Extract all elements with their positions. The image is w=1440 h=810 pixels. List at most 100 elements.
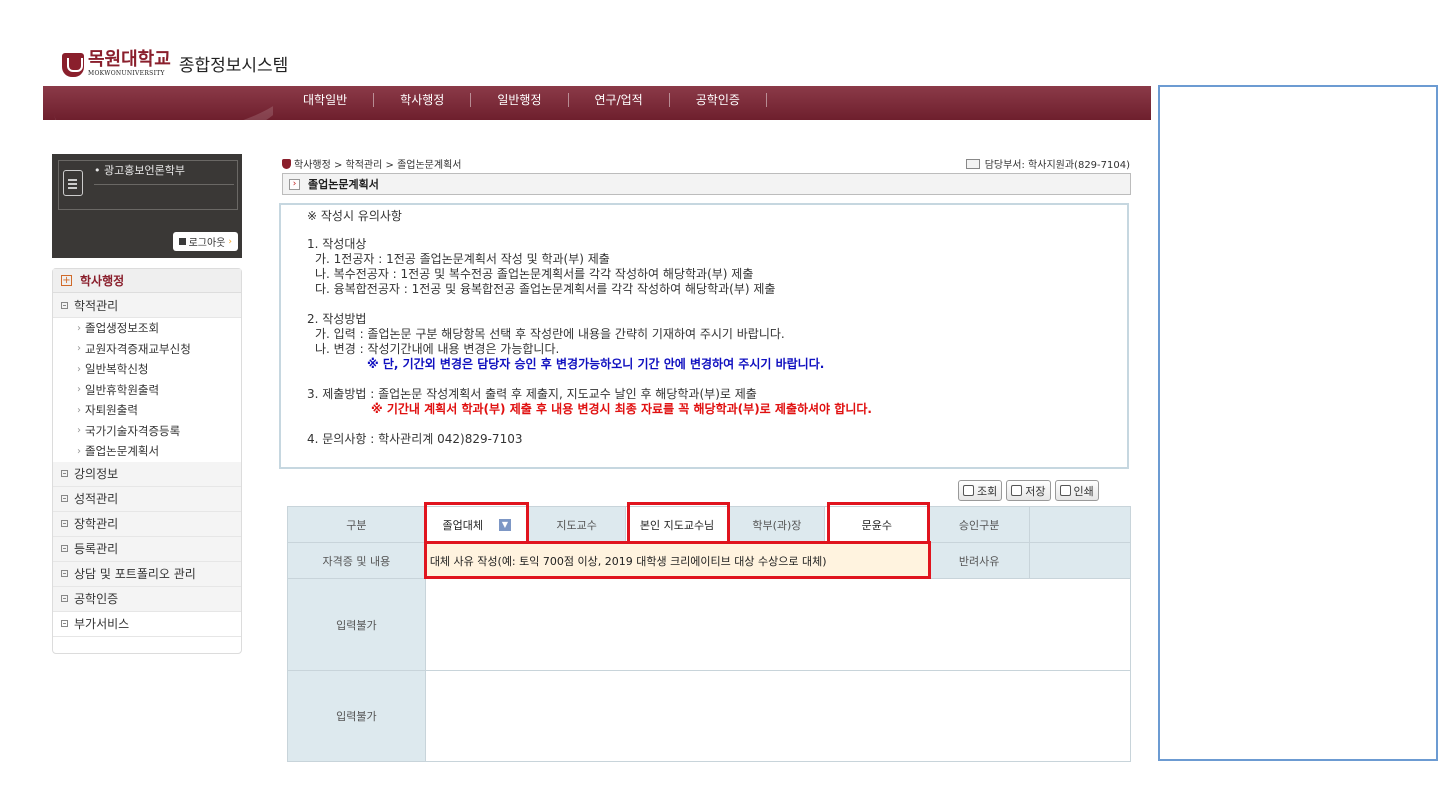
magnifier-icon xyxy=(963,485,974,496)
sidebar-section-label: 부가서비스 xyxy=(74,617,130,631)
notice-section-1: 1. 작성대상 가. 1전공자 : 1전공 졸업논문계획서 작성 및 학과(부)… xyxy=(307,237,1101,297)
page-title: 졸업논문계획서 xyxy=(308,178,379,191)
approval-label: 승인구분 xyxy=(928,506,1031,543)
head-field[interactable]: 문윤수 xyxy=(824,506,930,543)
sidebar-section-counseling[interactable]: 상담 및 포트폴리오 관리 xyxy=(53,561,241,587)
notice-s2-b: 나. 변경 : 작성기간내에 내용 변경은 가능합니다. xyxy=(315,342,560,356)
sidebar-item-national-cert[interactable]: 국가기술자격증등록 xyxy=(53,420,241,441)
sidebar-item-thesis-plan[interactable]: 졸업논문계획서 xyxy=(53,441,241,462)
sidebar-item-return-request[interactable]: 일반복학신청 xyxy=(53,359,241,380)
page-header: › 졸업논문계획서 xyxy=(282,173,1131,195)
type-label: 구분 xyxy=(287,506,426,543)
sidebar-section-label: 등록관리 xyxy=(74,542,119,556)
user-info-box: • 광고홍보언론학부 로그아웃 › xyxy=(52,154,242,258)
search-button[interactable]: 조회 xyxy=(958,480,1003,501)
user-divider xyxy=(94,184,234,185)
right-side-panel xyxy=(1158,85,1438,761)
plus-icon: + xyxy=(61,275,72,286)
top-menu-engineering[interactable]: 공학인증 xyxy=(670,93,767,107)
type-select-value: 졸업대체 xyxy=(442,518,483,532)
notice-s3-warning: ※ 기간내 계획서 학과(부) 제출 후 내용 변경시 최종 자료를 꼭 해당학… xyxy=(371,402,872,416)
top-menu-admin[interactable]: 일반행정 xyxy=(471,93,569,107)
input2-area xyxy=(424,670,1132,762)
printer-icon xyxy=(1059,485,1071,496)
top-menu-general[interactable]: 대학일반 xyxy=(303,93,375,107)
form-row-3: 입력불가 xyxy=(287,578,1132,671)
search-button-label: 조회 xyxy=(977,484,998,498)
notice-s1-a: 가. 1전공자 : 1전공 졸업논문계획서 작성 및 학과(부) 제출 xyxy=(315,252,610,266)
system-name: 종합정보시스템 xyxy=(178,56,289,76)
cert-reason-input[interactable]: 대체 사유 작성(예: 토익 700점 이상, 2019 대학생 크리에이티브 … xyxy=(424,542,930,579)
save-button[interactable]: 저장 xyxy=(1006,480,1051,501)
logout-button[interactable]: 로그아웃 › xyxy=(172,232,238,251)
collapse-icon xyxy=(61,301,68,309)
contact-card-icon xyxy=(965,158,980,169)
notice-s4-contact: 4. 문의사항 : 학사관리계 042)829-7103 xyxy=(307,432,523,446)
form-row-4: 입력불가 xyxy=(287,670,1132,762)
action-buttons: 조회 저장 인쇄 xyxy=(958,480,1099,501)
print-button-label: 인쇄 xyxy=(1073,484,1094,498)
notice-s1-title: 1. 작성대상 xyxy=(307,237,367,251)
sidebar-section-label: 강의정보 xyxy=(74,467,119,481)
expand-icon xyxy=(61,495,68,502)
university-logo[interactable]: 목원대학교 MOKWONUNIVERSITY 종합정보시스템 xyxy=(62,50,288,77)
advisor-field[interactable]: 본인 지도교수님 xyxy=(624,506,730,543)
shield-icon xyxy=(282,158,291,169)
sidebar-section-extra[interactable]: 부가서비스 xyxy=(53,611,241,637)
top-menu-academic[interactable]: 학사행정 xyxy=(374,93,472,107)
notice-title: ※ 작성시 유의사항 xyxy=(307,209,402,223)
sidebar-item-graduate-info[interactable]: 졸업생정보조회 xyxy=(53,318,241,339)
breadcrumb: 학사행정 > 학적관리 > 졸업논문계획서 xyxy=(282,156,461,171)
top-menu-research[interactable]: 연구/업적 xyxy=(569,93,670,107)
reject-label: 반려사유 xyxy=(928,542,1031,579)
sidebar-section-grades[interactable]: 성적관리 xyxy=(53,486,241,512)
user-department: • 광고홍보언론학부 xyxy=(94,164,185,177)
type-select[interactable]: 졸업대체 ▼ xyxy=(424,506,529,543)
department-info-text: 담당부서: 학사지원과(829-7104) xyxy=(984,160,1130,171)
logo-name: 목원대학교 xyxy=(88,49,171,70)
head-label: 학부(과)장 xyxy=(728,506,826,543)
arrow-right-icon: › xyxy=(289,178,300,190)
notice-s2-warning: ※ 단, 기간외 변경은 담당자 승인 후 변경가능하오니 기간 안에 변경하여… xyxy=(367,357,825,371)
input1-label: 입력불가 xyxy=(287,578,426,671)
thesis-plan-form: 구분 졸업대체 ▼ 지도교수 본인 지도교수님 학부(과)장 문윤수 승인구분 … xyxy=(287,506,1132,762)
sidebar-section-label: 공학인증 xyxy=(74,592,119,606)
print-button[interactable]: 인쇄 xyxy=(1054,480,1099,501)
expand-icon xyxy=(61,570,68,577)
dropdown-arrow-icon[interactable]: ▼ xyxy=(499,518,511,531)
nav-decoration xyxy=(43,86,273,120)
approval-value xyxy=(1029,506,1131,543)
department-info: 담당부서: 학사지원과(829-7104) xyxy=(965,156,1130,171)
expand-icon xyxy=(61,470,68,477)
sidebar-section-registration[interactable]: 등록관리 xyxy=(53,536,241,562)
id-card-icon xyxy=(63,170,83,196)
floppy-disk-icon xyxy=(1011,485,1023,496)
sidebar-section-scholarship[interactable]: 장학관리 xyxy=(53,511,241,537)
sidebar-section-label: 학적관리 xyxy=(74,298,119,313)
form-row-2: 자격증 및 내용 대체 사유 작성(예: 토익 700점 이상, 2019 대학… xyxy=(287,542,1131,579)
reject-value xyxy=(1029,542,1131,579)
sidebar-section-lectures[interactable]: 강의정보 xyxy=(53,461,241,487)
input1-area xyxy=(424,578,1132,671)
sidebar-section-engineering[interactable]: 공학인증 xyxy=(53,586,241,612)
university-emblem-icon xyxy=(62,53,84,77)
sidebar-item-teacher-cert[interactable]: 교원자격증재교부신청 xyxy=(53,338,241,359)
notice-s1-c: 다. 융복합전공자 : 1전공 및 융복합전공 졸업논문계획서를 각각 작성하여… xyxy=(315,282,776,296)
input2-label: 입력불가 xyxy=(287,670,426,762)
sidebar-item-withdraw-print[interactable]: 자퇴원출력 xyxy=(53,400,241,421)
expand-icon xyxy=(61,595,68,602)
form-row-1: 구분 졸업대체 ▼ 지도교수 본인 지도교수님 학부(과)장 문윤수 승인구분 xyxy=(287,506,1131,543)
logo-english: MOKWONUNIVERSITY xyxy=(88,70,165,77)
cert-label: 자격증 및 내용 xyxy=(287,542,426,579)
side-menu-header[interactable]: + 학사행정 xyxy=(53,269,241,293)
side-menu: + 학사행정 학적관리 졸업생정보조회 교원자격증재교부신청 일반복학신청 일반… xyxy=(52,268,242,654)
breadcrumb-text: 학사행정 > 학적관리 > 졸업논문계획서 xyxy=(294,160,462,171)
top-navigation: 대학일반 학사행정 일반행정 연구/업적 공학인증 xyxy=(43,86,1151,120)
notice-section-3: 3. 제출방법 : 졸업논문 작성계획서 출력 후 제출지, 지도교수 날인 후… xyxy=(307,387,1101,417)
side-menu-title: 학사행정 xyxy=(80,274,125,288)
sidebar-section-label: 장학관리 xyxy=(74,517,119,531)
sidebar-item-leave-print[interactable]: 일반휴학원출력 xyxy=(53,379,241,400)
notice-s2-a: 가. 입력 : 졸업논문 구분 해당항목 선택 후 작성란에 내용을 간략히 기… xyxy=(315,327,785,341)
sidebar-section-records[interactable]: 학적관리 xyxy=(53,293,241,318)
expand-icon xyxy=(61,520,68,527)
